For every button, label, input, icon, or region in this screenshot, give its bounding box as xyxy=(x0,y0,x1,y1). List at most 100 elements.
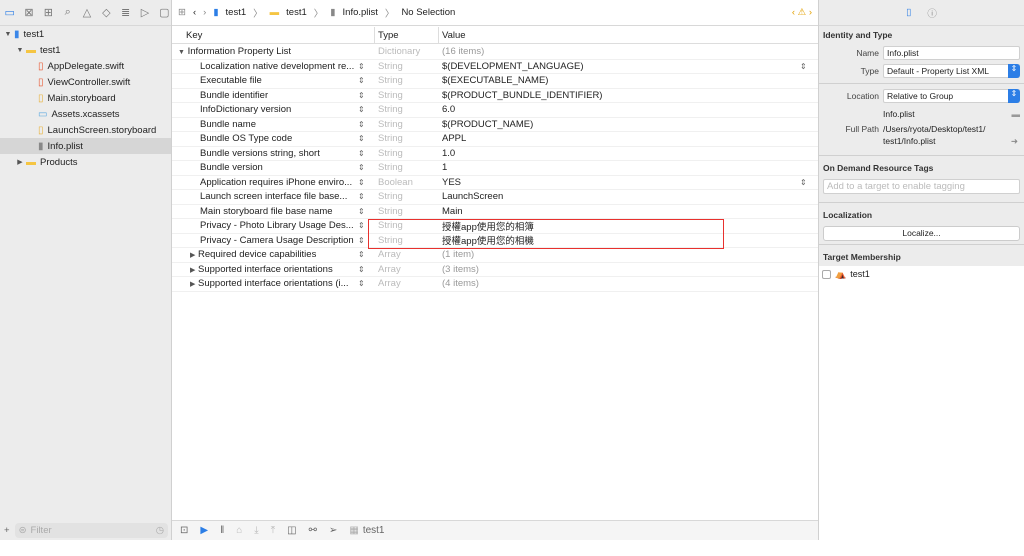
test-icon[interactable]: ◇ xyxy=(100,6,113,19)
row-value[interactable]: 6.0 xyxy=(442,104,455,115)
plist-row[interactable]: Launch screen interface file base... ⇕ S… xyxy=(172,190,818,205)
disclosure-closed-icon[interactable]: ▶ xyxy=(190,267,195,274)
row-value[interactable]: YES xyxy=(442,177,461,188)
search-icon[interactable]: ⌕ xyxy=(61,6,74,19)
warning-icon[interactable]: ‹ ⚠ › xyxy=(792,7,812,18)
stepper-icon[interactable]: ⇕ xyxy=(358,120,365,129)
tree-item[interactable]: ▶ ▬ Products xyxy=(0,154,171,170)
stepper-icon[interactable]: ⇕ xyxy=(358,221,365,230)
disclosure-closed-icon[interactable]: ▶ xyxy=(190,281,195,288)
row-value[interactable]: (1 item) xyxy=(442,249,474,260)
crumb-project[interactable]: test1 xyxy=(226,7,247,18)
tree-item[interactable]: ▭ Assets.xcassets xyxy=(0,106,171,122)
disclosure-closed-icon[interactable]: ▶ xyxy=(190,252,195,259)
plist-row[interactable]: Application requires iPhone enviro... ⇕ … xyxy=(172,176,818,190)
plist-row[interactable]: Bundle identifier ⇕ String $(PRODUCT_BUN… xyxy=(172,89,818,103)
plist-row[interactable]: Bundle OS Type code ⇕ String APPL xyxy=(172,132,818,147)
plist-row[interactable]: ▶ Supported interface orientations (i...… xyxy=(172,277,818,292)
plist-row[interactable]: InfoDictionary version ⇕ String 6.0 xyxy=(172,103,818,118)
plist-row[interactable]: Localization native development re... ⇕ … xyxy=(172,60,818,74)
row-value[interactable]: $(EXECUTABLE_NAME) xyxy=(442,75,548,86)
plist-row[interactable]: Executable file ⇕ String $(EXECUTABLE_NA… xyxy=(172,74,818,89)
step-out-icon[interactable]: ⤒ xyxy=(271,525,275,536)
plist-row[interactable]: ▶ Supported interface orientations ⇕ Arr… xyxy=(172,263,818,277)
plist-row[interactable]: ▶ Required device capabilities ⇕ Array (… xyxy=(172,248,818,263)
plist-row[interactable]: Bundle version ⇕ String 1 xyxy=(172,161,818,176)
report-icon[interactable]: ▢ xyxy=(158,6,171,19)
tree-item[interactable]: ▯ LaunchScreen.storyboard xyxy=(0,122,171,138)
row-value[interactable]: $(PRODUCT_NAME) xyxy=(442,119,533,130)
header-key[interactable]: Key xyxy=(186,30,202,41)
reveal-arrow-icon[interactable]: ➜ xyxy=(1011,136,1018,147)
crumb-file[interactable]: Info.plist xyxy=(343,7,378,18)
stepper-icon[interactable]: ⇕ xyxy=(358,207,365,216)
row-value[interactable]: 1 xyxy=(442,162,447,173)
crumb-selection[interactable]: No Selection xyxy=(401,7,455,18)
related-items-icon[interactable]: ⊞ xyxy=(178,7,186,18)
help-icon[interactable]: ⓘ xyxy=(927,6,937,20)
tree-item[interactable]: ▯ ViewController.swift xyxy=(0,74,171,90)
view-debugger-icon[interactable]: ◫ xyxy=(287,525,296,536)
tree-item[interactable]: ▯ Main.storyboard xyxy=(0,90,171,106)
filter-input[interactable]: ⊜ Filter ◷ xyxy=(14,522,168,538)
row-value[interactable]: Main xyxy=(442,206,463,217)
stepper-icon[interactable]: ⇕ xyxy=(358,134,365,143)
tree-item[interactable]: ▯ AppDelegate.swift xyxy=(0,58,171,74)
hierarchy-icon[interactable]: ⊞ xyxy=(42,6,55,19)
forward-button[interactable]: › xyxy=(203,7,206,18)
localize-button[interactable]: Localize... xyxy=(823,226,1020,241)
memory-graph-icon[interactable]: ⚯ xyxy=(309,525,317,536)
popup-stepper-icon[interactable]: ⇕ xyxy=(800,62,807,71)
disclosure-open-icon[interactable]: ▼ xyxy=(178,49,185,56)
stepper-icon[interactable]: ⇕ xyxy=(358,91,365,100)
row-value[interactable]: 1.0 xyxy=(442,148,455,159)
tree-item[interactable]: ▼ ▬ test1 xyxy=(0,42,171,58)
debug-target[interactable]: test1 xyxy=(363,525,385,536)
folder-icon[interactable]: ▭ xyxy=(3,6,16,19)
header-value[interactable]: Value xyxy=(438,27,466,43)
breakpoint-icon[interactable]: ▷ xyxy=(138,6,151,19)
crumb-folder[interactable]: test1 xyxy=(286,7,307,18)
stepper-icon[interactable]: ⇕ xyxy=(358,192,365,201)
stepper-icon[interactable]: ⇕ xyxy=(358,265,365,274)
add-icon[interactable]: + xyxy=(4,525,10,536)
tree-item[interactable]: ▼ ▮ test1 xyxy=(0,26,171,42)
plist-row[interactable]: Bundle versions string, short ⇕ String 1… xyxy=(172,147,818,161)
file-inspector-icon[interactable]: ▯ xyxy=(906,7,911,18)
step-over-icon[interactable]: ⌂ xyxy=(236,525,242,536)
tree-item[interactable]: ▮ Info.plist xyxy=(0,138,171,154)
stepper-icon[interactable]: ⇕ xyxy=(358,105,365,114)
hide-debug-icon[interactable]: ⊡ xyxy=(180,525,188,536)
row-value[interactable]: (3 items) xyxy=(442,264,479,275)
root-row[interactable]: ▼ Information Property List Dictionary (… xyxy=(172,45,818,60)
stepper-icon[interactable]: ⇕ xyxy=(358,279,365,288)
row-value[interactable]: $(PRODUCT_BUNDLE_IDENTIFIER) xyxy=(442,90,602,101)
stepper-icon[interactable]: ⇕ xyxy=(358,62,365,71)
disclosure-icon[interactable]: ▶ xyxy=(14,158,26,166)
odr-tags-input[interactable]: Add to a target to enable tagging xyxy=(823,179,1020,194)
row-value[interactable]: (4 items) xyxy=(442,278,479,289)
disclosure-icon[interactable]: ▼ xyxy=(2,31,14,38)
row-value[interactable]: APPL xyxy=(442,133,466,144)
row-value[interactable]: $(DEVELOPMENT_LANGUAGE) xyxy=(442,61,583,72)
header-type[interactable]: Type xyxy=(374,27,399,43)
stepper-icon[interactable]: ⇕ xyxy=(358,178,365,187)
target-checkbox[interactable] xyxy=(822,270,831,279)
back-button[interactable]: ‹ xyxy=(193,7,196,18)
stepper-icon[interactable]: ⇕ xyxy=(358,149,365,158)
disclosure-icon[interactable]: ▼ xyxy=(14,47,26,54)
stepper-icon[interactable]: ⇕ xyxy=(358,250,365,259)
type-select[interactable]: Default - Property List XML xyxy=(883,64,1020,78)
warning-icon[interactable]: △ xyxy=(80,6,93,19)
recent-icon[interactable]: ◷ xyxy=(156,525,164,536)
pause-icon[interactable]: ‖ xyxy=(220,525,224,536)
stepper-icon[interactable]: ⇕ xyxy=(358,236,365,245)
breakpoints-icon[interactable]: ▶ xyxy=(200,525,208,536)
location-select[interactable]: Relative to Group xyxy=(883,89,1020,103)
plist-row[interactable]: Bundle name ⇕ String $(PRODUCT_NAME) xyxy=(172,118,818,132)
source-control-icon[interactable]: ⊠ xyxy=(22,6,35,19)
name-field[interactable]: Info.plist xyxy=(883,46,1020,60)
plist-row[interactable]: Main storyboard file base name ⇕ String … xyxy=(172,205,818,219)
folder-icon[interactable]: ▬ xyxy=(1012,109,1021,119)
step-in-icon[interactable]: ⤓ xyxy=(254,525,258,536)
